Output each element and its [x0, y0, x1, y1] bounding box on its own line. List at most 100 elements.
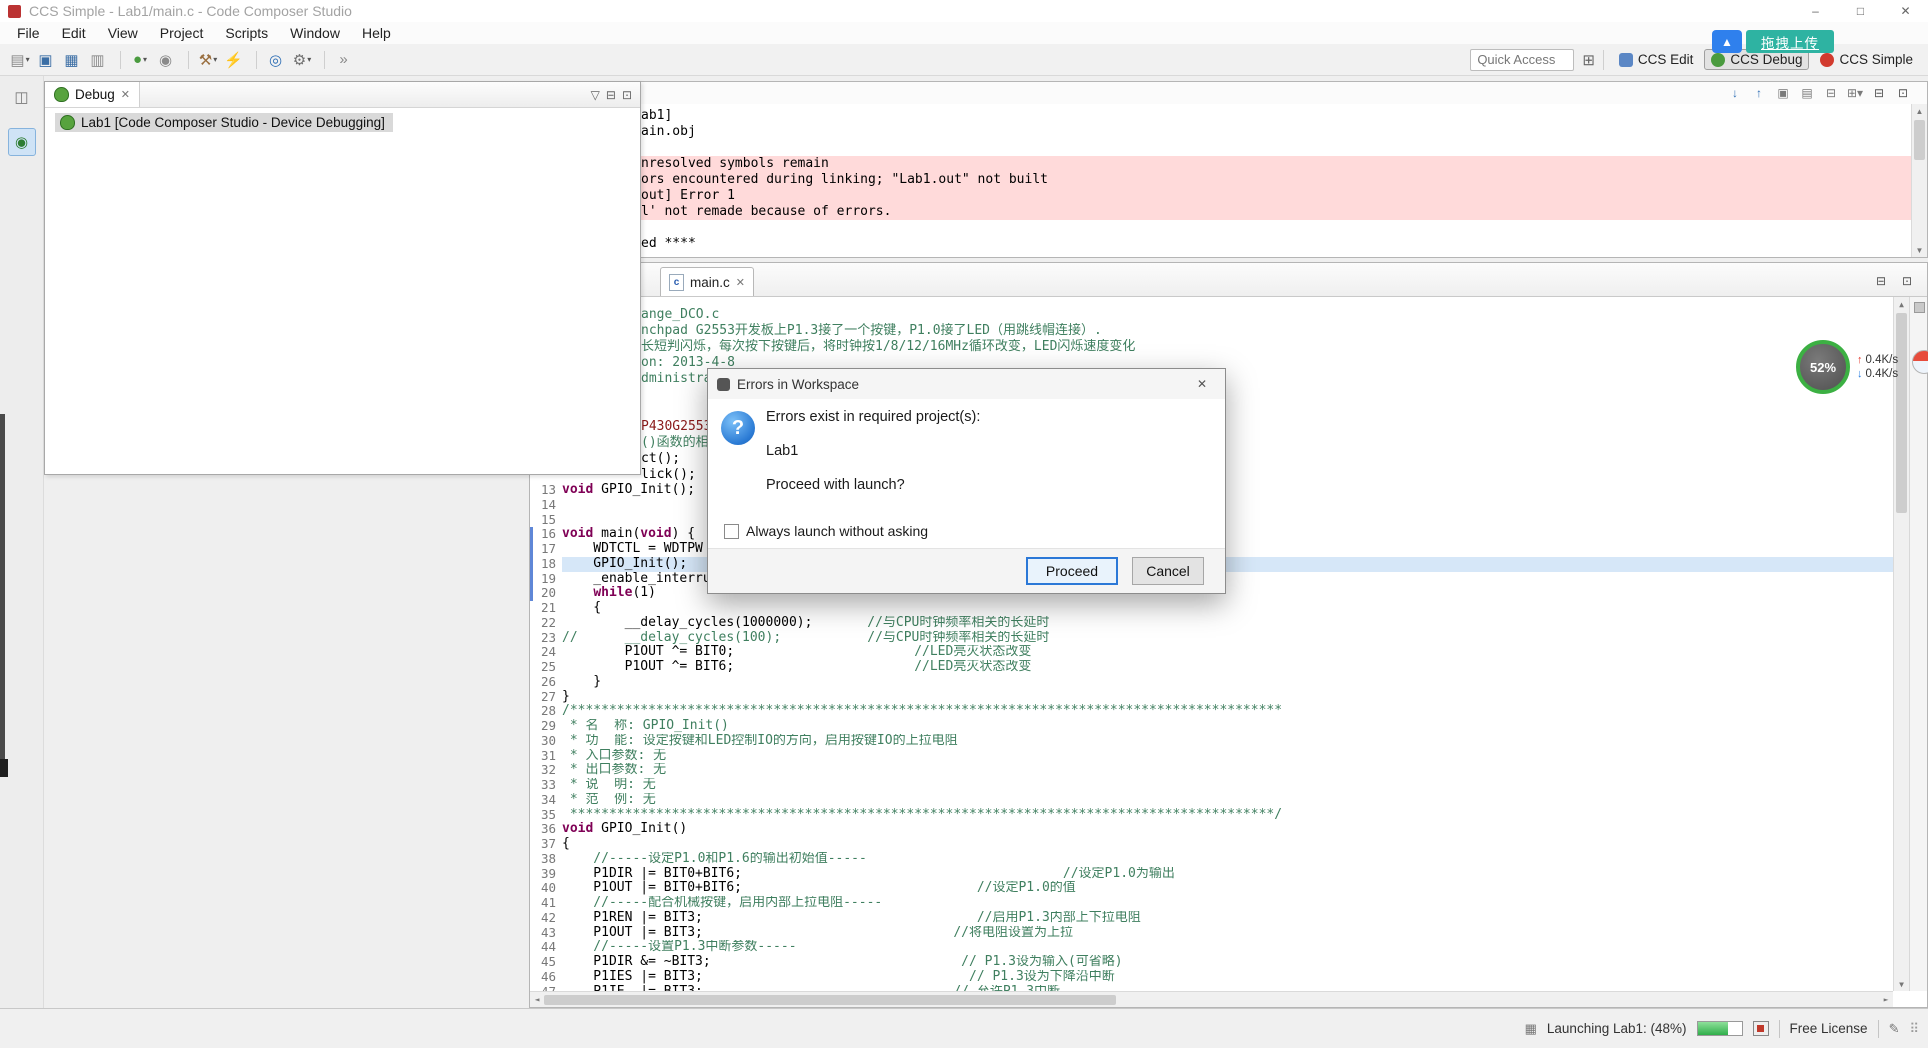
progress-detail-icon[interactable]: [1752, 1021, 1769, 1036]
code-line[interactable]: 41 //-----配合机械按键，启用内部上拉电阻-----: [530, 895, 1893, 911]
menu-item[interactable]: View: [97, 23, 149, 43]
code-line[interactable]: 35 *************************************…: [530, 807, 1893, 823]
code-line[interactable]: 25 P1OUT ^= BIT6; //LED亮灭状态改变: [530, 659, 1893, 675]
maximize-view-icon[interactable]: ⊡: [1893, 84, 1913, 102]
resize-grip-icon[interactable]: ⠿: [1909, 1021, 1918, 1037]
tab-main-c[interactable]: c main.c ✕: [660, 267, 754, 296]
scrollbar-thumb[interactable]: [544, 994, 1117, 1005]
code-line[interactable]: 34 * 范 例: 无: [530, 792, 1893, 808]
code-line[interactable]: 39 P1DIR |= BIT0+BIT6; //设定P1.0为输出: [530, 866, 1893, 882]
code-line[interactable]: 23// __delay_cycles(100); //与CPU时钟频率相关的长…: [530, 630, 1893, 646]
minimize-button[interactable]: –: [1793, 0, 1838, 22]
scroll-left-icon[interactable]: ◄: [530, 995, 544, 1004]
scrollbar-thumb[interactable]: [1914, 120, 1925, 160]
code-line[interactable]: 27}: [530, 689, 1893, 705]
pin-console-icon[interactable]: ▣: [1773, 84, 1793, 102]
menu-item[interactable]: File: [6, 23, 51, 43]
scroll-to-top-icon[interactable]: ↑: [1749, 84, 1769, 102]
overflow-icon[interactable]: »: [332, 48, 356, 72]
menu-item[interactable]: Window: [279, 23, 351, 43]
code-line[interactable]: 38 //-----设定P1.0和P1.6的输出初始值-----: [530, 851, 1893, 867]
scroll-right-icon[interactable]: ►: [1879, 995, 1893, 1004]
perspective-button[interactable]: CCS Edit: [1612, 49, 1701, 70]
minimize-icon[interactable]: ⊟: [606, 88, 616, 102]
code-line[interactable]: 29 * 名 称: GPIO_Init(): [530, 718, 1893, 734]
quick-access-input[interactable]: Quick Access: [1470, 48, 1575, 71]
open-perspective-icon[interactable]: ⊞: [1582, 51, 1595, 69]
code-line-fragment[interactable]: nchpad G2553开发板上P1.3接了一个按键，P1.0接了LED（用跳线…: [641, 323, 1887, 339]
debug-view-icon[interactable]: ◉: [7, 128, 36, 156]
code-line[interactable]: 28/*************************************…: [530, 703, 1893, 719]
save-all-icon[interactable]: ▦: [60, 48, 84, 72]
minimize-view-icon[interactable]: ⊟: [1869, 84, 1889, 102]
scroll-down-icon[interactable]: ▼: [1894, 977, 1909, 991]
close-button[interactable]: ✕: [1883, 0, 1928, 22]
code-line[interactable]: 32 * 出口参数: 无: [530, 762, 1893, 778]
restore-panel-icon[interactable]: ◫: [9, 84, 35, 110]
toolbar-icon[interactable]: [252, 48, 260, 72]
search-icon[interactable]: ◎: [264, 48, 288, 72]
debug-launch-item[interactable]: Lab1 [Code Composer Studio - Device Debu…: [55, 113, 393, 132]
scroll-up-icon[interactable]: ▲: [1912, 104, 1927, 118]
save-icon[interactable]: ▣: [34, 48, 58, 72]
menu-item[interactable]: Edit: [51, 23, 97, 43]
code-line[interactable]: 33 * 说 明: 无: [530, 777, 1893, 793]
upload-icon[interactable]: ▲: [1712, 30, 1742, 53]
always-launch-checkbox[interactable]: [724, 523, 739, 539]
editor-hscrollbar[interactable]: ◄ ►: [530, 991, 1893, 1007]
cancel-button[interactable]: Cancel: [1132, 557, 1204, 585]
overview-marker[interactable]: [1914, 302, 1925, 313]
drag-upload-button[interactable]: 拖拽上传: [1746, 30, 1834, 53]
code-line[interactable]: 42 P1REN |= BIT3; //启用P1.3内部上下拉电阻: [530, 910, 1893, 926]
code-line-fragment[interactable]: ange_DCO.c: [641, 307, 1887, 323]
code-line[interactable]: 22 __delay_cycles(1000000); //与CPU时钟频率相关…: [530, 615, 1893, 631]
clear-console-icon[interactable]: ▤: [1797, 84, 1817, 102]
code-line[interactable]: 26 }: [530, 674, 1893, 690]
maximize-icon[interactable]: ⊡: [622, 88, 632, 102]
dialog-title-bar[interactable]: Errors in Workspace ✕: [708, 369, 1225, 399]
build-icon[interactable]: ⚒ ▾: [196, 48, 220, 72]
scroll-to-bottom-icon[interactable]: ↓: [1725, 84, 1745, 102]
menu-item[interactable]: Scripts: [214, 23, 279, 43]
code-line[interactable]: 40 P1OUT |= BIT0+BIT6; //设定P1.0的值: [530, 880, 1893, 896]
new-file-icon[interactable]: ▤ ▾: [8, 48, 32, 72]
code-line[interactable]: 36 void GPIO_Init(): [530, 821, 1893, 837]
view-menu-icon[interactable]: ▽: [591, 88, 600, 102]
console-scrollbar[interactable]: ▲ ▼: [1911, 104, 1927, 257]
toolbar-icon[interactable]: [320, 48, 328, 72]
proceed-button[interactable]: Proceed: [1026, 557, 1118, 585]
scroll-lock-icon[interactable]: ⊟: [1821, 84, 1841, 102]
toolbar-icon[interactable]: [184, 48, 192, 72]
open-console-icon[interactable]: ⊞ ▾: [1845, 84, 1865, 102]
close-icon[interactable]: ✕: [1179, 369, 1225, 399]
close-icon[interactable]: ✕: [121, 88, 130, 101]
scroll-up-icon[interactable]: ▲: [1894, 297, 1909, 311]
title-bar[interactable]: CCS Simple - Lab1/main.c - Code Composer…: [0, 0, 1928, 23]
code-line-fragment[interactable]: 长短判闪烁，每次按下按键后，将时钟按1/8/12/16MHz循环改变，LED闪烁…: [641, 339, 1887, 355]
code-line[interactable]: 31 * 入口参数: 无: [530, 748, 1893, 764]
overview-ruler[interactable]: [1909, 297, 1927, 991]
print-icon[interactable]: ▥: [86, 48, 110, 72]
close-icon[interactable]: ✕: [736, 276, 745, 289]
code-line[interactable]: 30 * 功 能: 设定按键和LED控制IO的方向，启用按键IO的上拉电阻: [530, 733, 1893, 749]
code-line[interactable]: 24 P1OUT ^= BIT0; //LED亮灭状态改变: [530, 644, 1893, 660]
scroll-down-icon[interactable]: ▼: [1912, 243, 1927, 257]
code-line[interactable]: 43 P1OUT |= BIT3; //将电阻设置为上拉: [530, 925, 1893, 941]
toolbar-icon[interactable]: [116, 48, 124, 72]
menu-item[interactable]: Help: [351, 23, 402, 43]
debug-icon[interactable]: ● ▾: [128, 48, 152, 72]
code-line[interactable]: 37{: [530, 836, 1893, 852]
maximize-view-icon[interactable]: ⊡: [1897, 272, 1917, 290]
tab-debug[interactable]: Debug ✕: [45, 82, 141, 107]
menu-item[interactable]: Project: [149, 23, 215, 43]
code-line[interactable]: 46 P1IES |= BIT3; // P1.3设为下降沿中断: [530, 969, 1893, 985]
maximize-button[interactable]: □: [1838, 0, 1883, 22]
flash-icon[interactable]: ⚡: [222, 48, 246, 72]
run-config-icon[interactable]: ⚙ ▾: [290, 48, 314, 72]
code-line[interactable]: 45 P1DIR &= ~BIT3; // P1.3设为输入(可省略): [530, 954, 1893, 970]
editor-vscrollbar[interactable]: ▲ ▼: [1893, 297, 1909, 991]
minimize-view-icon[interactable]: ⊟: [1871, 272, 1891, 290]
code-line[interactable]: 21 {: [530, 600, 1893, 616]
connect-target-icon[interactable]: ◉: [154, 48, 178, 72]
code-line[interactable]: 44 //-----设置P1.3中断参数-----: [530, 939, 1893, 955]
